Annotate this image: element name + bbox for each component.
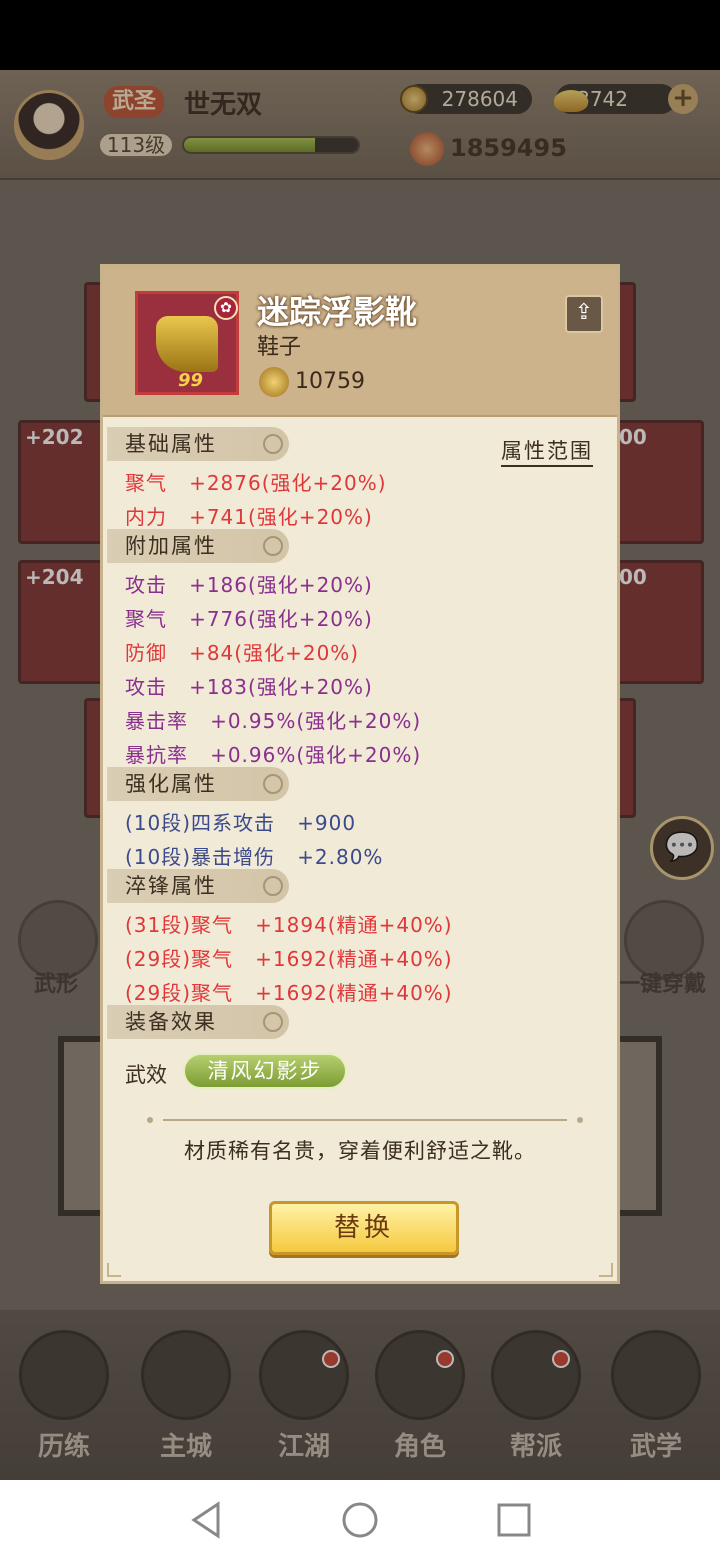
share-button[interactable]: ⇪ xyxy=(565,295,603,333)
item-boot-icon: ✿ 99 xyxy=(135,291,239,395)
swirl-icon xyxy=(263,1012,283,1032)
extra-row: 攻击 +186(强化+20%) xyxy=(125,573,373,597)
game-screen: { "header": { "rank_badge": "武圣", "playe… xyxy=(0,0,720,1560)
swirl-icon xyxy=(263,434,283,454)
item-detail-popup: ✿ 99 迷踪浮影靴 鞋子 10759 ⇪ 基础属性 属性范围 聚气 +2876… xyxy=(100,264,620,1284)
enhance-row: (10段)暴击增伤 +2.80% xyxy=(125,845,384,869)
item-power: 10759 xyxy=(295,369,365,394)
swirl-icon xyxy=(263,876,283,896)
temper-row: (31段)聚气 +1894(精通+40%) xyxy=(125,913,453,937)
base-row: 内力 +741(强化+20%) xyxy=(125,505,373,529)
swirl-icon xyxy=(263,536,283,556)
replace-button[interactable]: 替换 xyxy=(269,1201,459,1255)
swirl-icon xyxy=(263,774,283,794)
corner-ornament xyxy=(107,1263,121,1277)
enhance-row: (10段)四系攻击 +900 xyxy=(125,811,357,835)
section-enhance: 强化属性 xyxy=(107,767,289,801)
section-temper: 淬锋属性 xyxy=(107,869,289,903)
section-base: 基础属性 xyxy=(107,427,289,461)
effect-label: 武效 xyxy=(125,1063,167,1087)
recents-icon[interactable] xyxy=(494,1500,534,1540)
item-power-icon xyxy=(259,367,289,397)
temper-row: (29段)聚气 +1692(精通+40%) xyxy=(125,947,453,971)
base-row: 聚气 +2876(强化+20%) xyxy=(125,471,387,495)
extra-row: 攻击 +183(强化+20%) xyxy=(125,675,373,699)
boot-icon xyxy=(156,316,218,372)
item-badge: 99 xyxy=(178,370,204,391)
divider-dot xyxy=(577,1117,583,1123)
temper-row: (29段)聚气 +1692(精通+40%) xyxy=(125,981,453,1005)
item-description: 材质稀有名贵，穿着便利舒适之靴。 xyxy=(184,1139,536,1163)
quality-star-icon: ✿ xyxy=(214,296,238,320)
divider-dot xyxy=(147,1117,153,1123)
section-effect: 装备效果 xyxy=(107,1005,289,1039)
status-bar xyxy=(0,0,720,70)
home-icon[interactable] xyxy=(340,1500,380,1540)
extra-row: 防御 +84(强化+20%) xyxy=(125,641,360,665)
section-extra: 附加属性 xyxy=(107,529,289,563)
item-header: ✿ 99 迷踪浮影靴 鞋子 10759 ⇪ xyxy=(103,267,617,417)
item-name: 迷踪浮影靴 xyxy=(257,293,418,331)
corner-ornament xyxy=(599,1263,613,1277)
extra-row: 暴击率 +0.95%(强化+20%) xyxy=(125,709,422,733)
effect-badge[interactable]: 清风幻影步 xyxy=(183,1053,347,1089)
item-type: 鞋子 xyxy=(257,335,302,360)
share-icon: ⇪ xyxy=(574,300,594,325)
divider xyxy=(163,1119,567,1121)
extra-row: 暴抗率 +0.96%(强化+20%) xyxy=(125,743,422,767)
back-icon[interactable] xyxy=(186,1500,226,1540)
attr-range-link[interactable]: 属性范围 xyxy=(501,435,593,467)
extra-row: 聚气 +776(强化+20%) xyxy=(125,607,373,631)
